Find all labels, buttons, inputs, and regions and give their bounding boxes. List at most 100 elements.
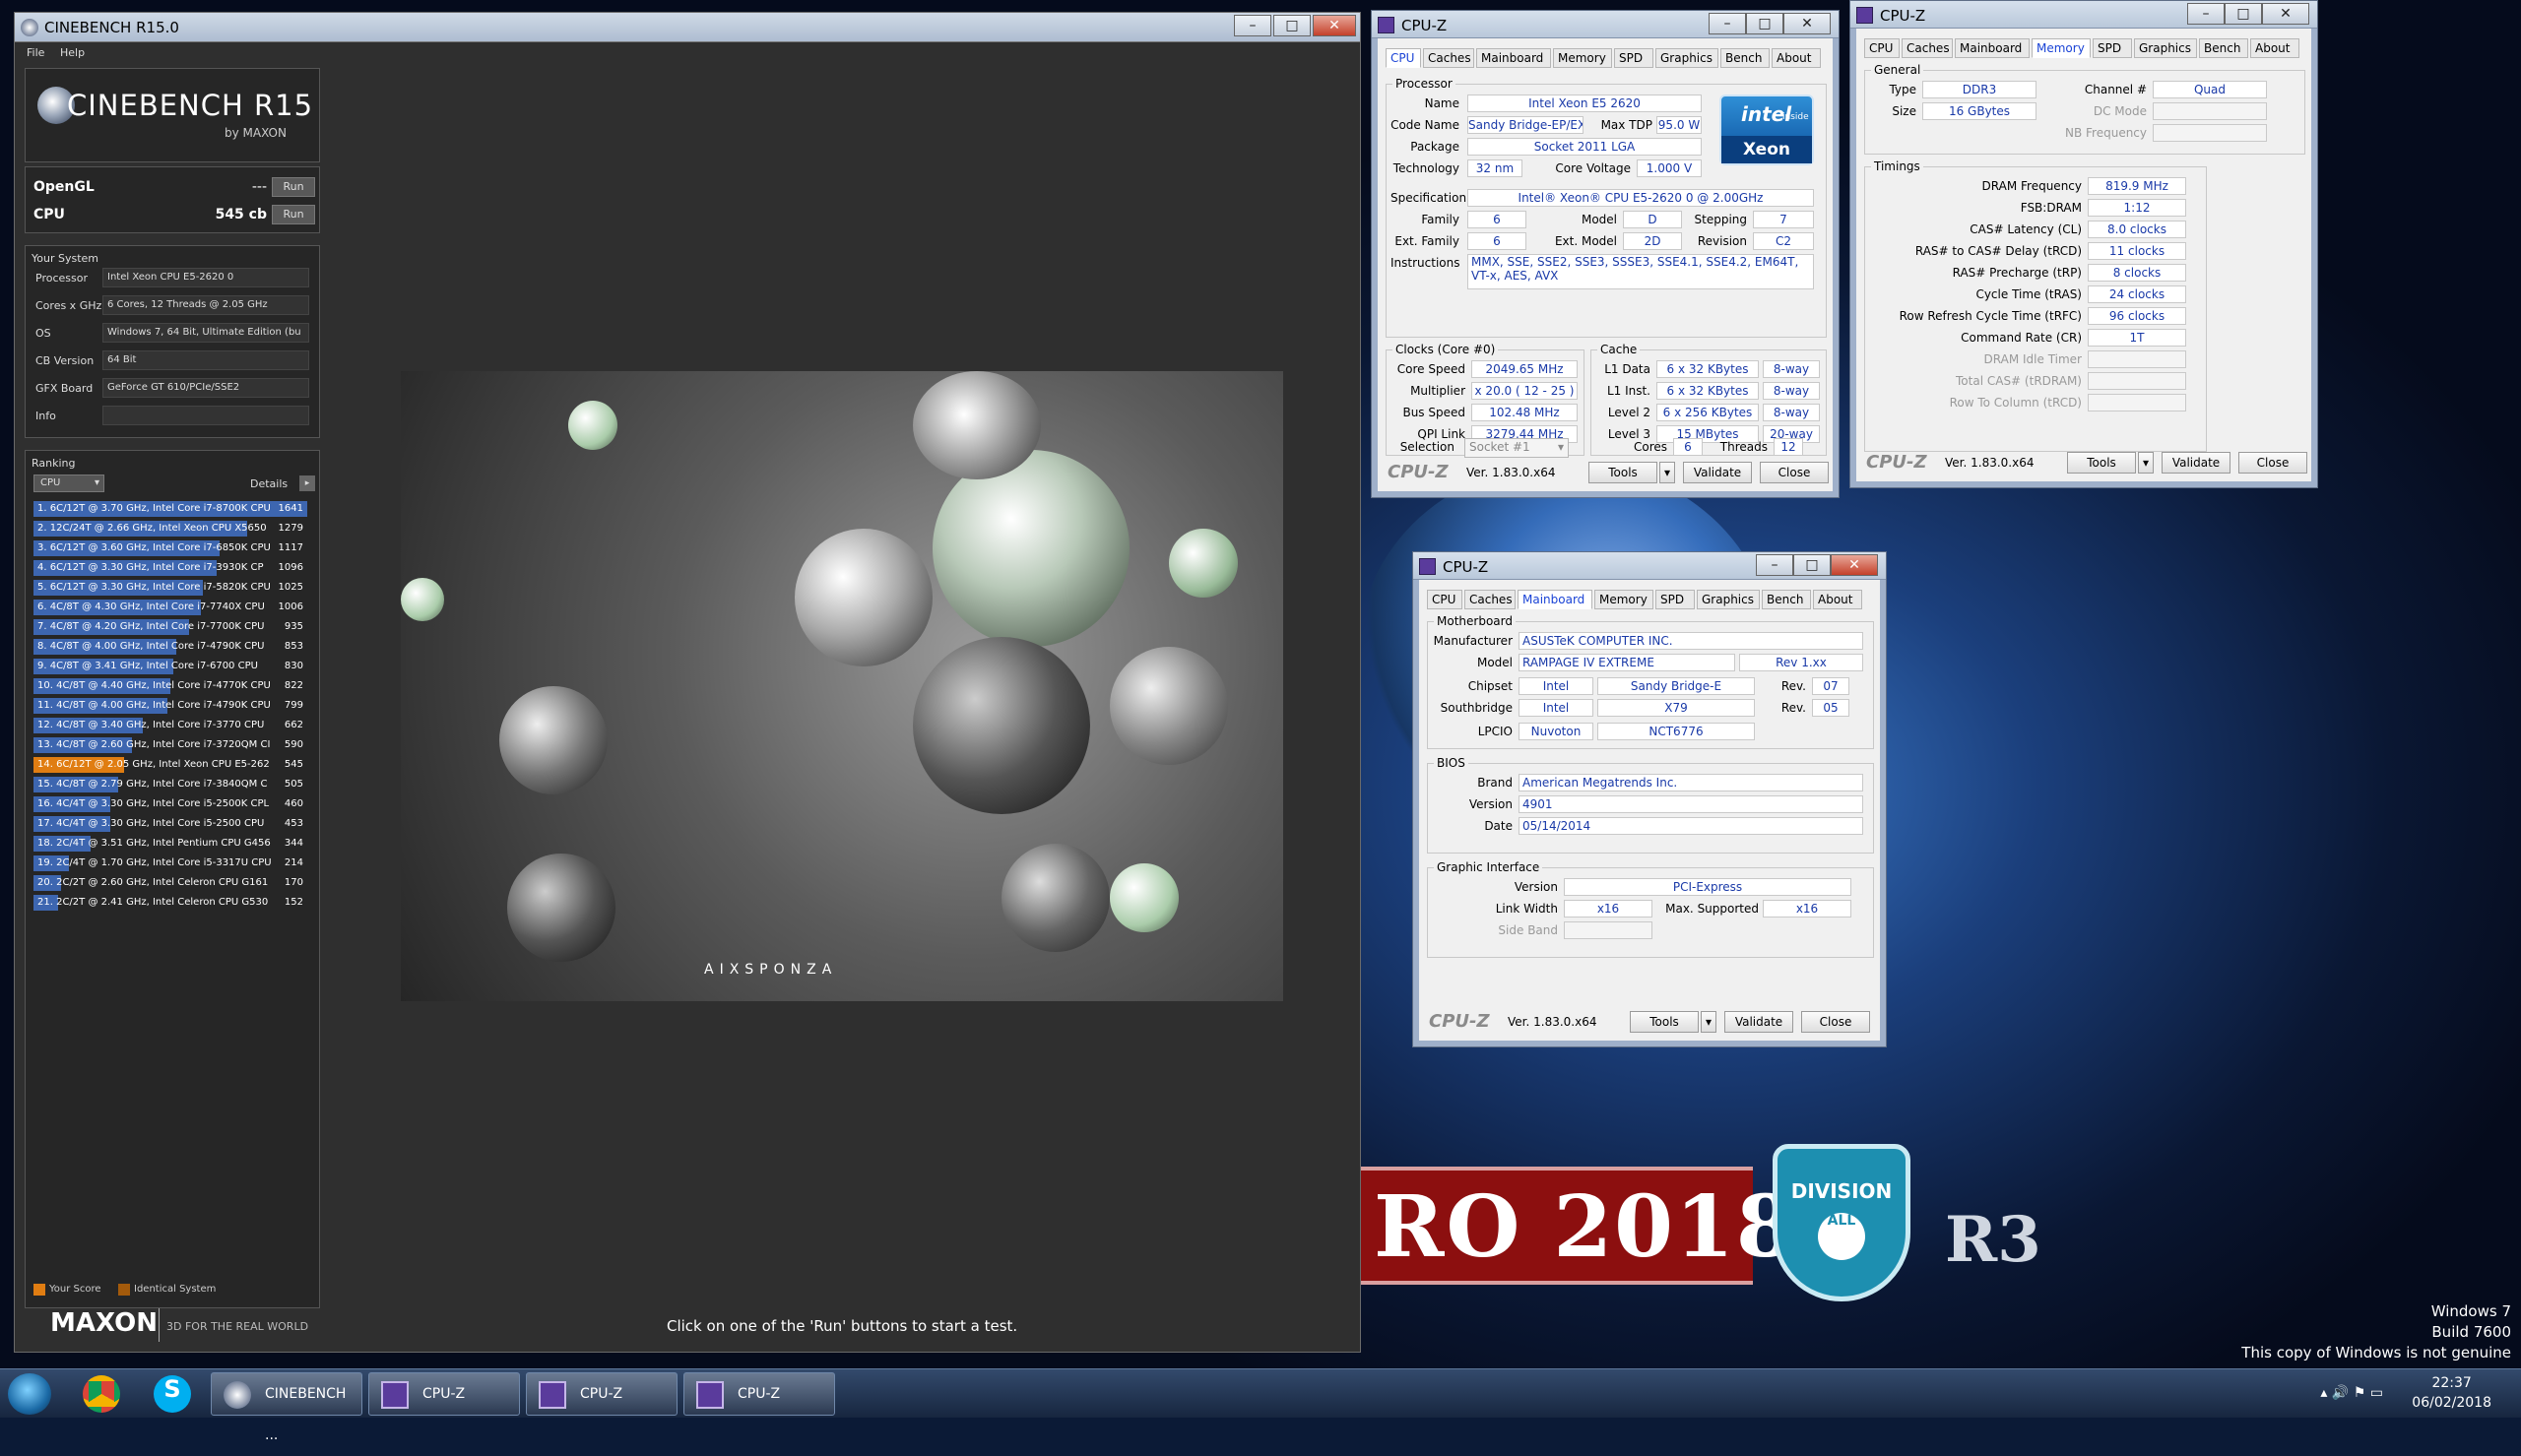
version-label: Version <box>1468 797 1513 811</box>
cpuz-titlebar[interactable]: CPU-Z – □ ✕ <box>1413 552 1886 580</box>
family-value: 6 <box>1467 211 1526 228</box>
technology-label: Technology <box>1392 161 1459 175</box>
close-button[interactable]: Close <box>2238 452 2307 474</box>
cpuz-titlebar[interactable]: CPU-Z – □ ✕ <box>1372 11 1839 38</box>
taskbar-task[interactable]: CINEBENCH ... <box>211 1372 362 1443</box>
tab-about[interactable]: About <box>1813 590 1862 609</box>
taskbar-task[interactable]: CPU-Z <box>526 1372 678 1416</box>
multiplier-value: x 20.0 ( 12 - 25 ) <box>1471 382 1578 400</box>
close-button[interactable]: Close <box>1760 462 1829 483</box>
minimize-button[interactable]: – <box>1756 554 1793 576</box>
tab-cpu[interactable]: CPU <box>1864 38 1900 58</box>
cpuz-titlebar[interactable]: CPU-Z – □ ✕ <box>1850 1 2317 29</box>
lpcio-vendor: Nuvoton <box>1519 723 1593 740</box>
ranking-score: 214 <box>284 857 303 868</box>
tab-memory[interactable]: Memory <box>1594 590 1653 609</box>
close-button[interactable]: ✕ <box>1831 554 1878 576</box>
maximize-button[interactable]: □ <box>1273 15 1311 36</box>
cinebench-titlebar[interactable]: CINEBENCH R15.0 – □ ✕ <box>15 13 1360 42</box>
timing-value: 8.0 clocks <box>2088 221 2186 238</box>
validate-button[interactable]: Validate <box>2162 452 2230 474</box>
ranking-label: 13. 4C/8T @ 2.60 GHz, Intel Core i7-3720… <box>37 739 271 750</box>
tab-spd[interactable]: SPD <box>2093 38 2132 58</box>
tab-bench[interactable]: Bench <box>1762 590 1811 609</box>
start-button[interactable] <box>8 1373 51 1415</box>
instructions-line: VT-x, AES, AVX <box>1471 269 1559 283</box>
taskbar-task[interactable]: CPU-Z <box>683 1372 835 1416</box>
minimize-button[interactable]: – <box>1709 13 1746 34</box>
cpuz-logo: CPU-Z <box>1388 462 1449 482</box>
ranking-score: 1279 <box>278 523 303 534</box>
maximize-button[interactable]: □ <box>1746 13 1783 34</box>
tab-memory[interactable]: Memory <box>1553 48 1612 68</box>
size-label: Size <box>1892 104 1916 118</box>
ranking-select[interactable]: CPU ▾ <box>33 475 104 492</box>
tab-bench[interactable]: Bench <box>2199 38 2248 58</box>
tab-about[interactable]: About <box>2250 38 2299 58</box>
tab-caches[interactable]: Caches <box>1423 48 1474 68</box>
close-button[interactable]: ✕ <box>2262 3 2309 25</box>
tab-bench[interactable]: Bench <box>1720 48 1770 68</box>
tab-caches[interactable]: Caches <box>1464 590 1516 609</box>
intel-inside-text: inside <box>1782 112 1809 122</box>
system-value: Intel Xeon CPU E5-2620 0 <box>102 268 309 287</box>
details-label[interactable]: Details <box>250 477 288 490</box>
close-button[interactable]: Close <box>1801 1011 1870 1033</box>
tab-memory[interactable]: Memory <box>2032 38 2091 58</box>
maximize-button[interactable]: □ <box>2225 3 2262 25</box>
instructions-line: MMX, SSE, SSE2, SSE3, SSSE3, SSE4.1, SSE… <box>1471 255 1799 269</box>
revision-value: C2 <box>1753 232 1814 250</box>
maximize-button[interactable]: □ <box>1793 554 1831 576</box>
tab-spd[interactable]: SPD <box>1614 48 1653 68</box>
minimize-button[interactable]: – <box>1234 15 1271 36</box>
processor-group: Processor Name Intel Xeon E5 2620 Code N… <box>1386 77 1827 338</box>
clock[interactable]: 22:37 06/02/2018 <box>2412 1373 2491 1413</box>
tab-about[interactable]: About <box>1772 48 1821 68</box>
minimize-button[interactable]: – <box>2187 3 2225 25</box>
southbridge-rev: 05 <box>1812 699 1849 717</box>
menu-file[interactable]: File <box>27 46 44 59</box>
close-button[interactable]: ✕ <box>1313 15 1356 36</box>
tab-mainboard[interactable]: Mainboard <box>1518 590 1592 609</box>
tools-button[interactable]: Tools <box>2067 452 2136 474</box>
tools-dropdown-button[interactable]: ▾ <box>1659 462 1675 483</box>
tab-graphics[interactable]: Graphics <box>2134 38 2197 58</box>
tools-dropdown-button[interactable]: ▾ <box>1701 1011 1716 1033</box>
tray-icons[interactable]: ▴ 🔊 ⚑ ▭ <box>2320 1385 2383 1401</box>
tab-graphics[interactable]: Graphics <box>1697 590 1760 609</box>
tab-mainboard[interactable]: Mainboard <box>1476 48 1551 68</box>
opengl-run-button[interactable]: Run <box>272 177 315 197</box>
close-button[interactable]: ✕ <box>1783 13 1831 34</box>
menu-help[interactable]: Help <box>60 46 85 59</box>
ranking-label: 15. 4C/8T @ 2.79 GHz, Intel Core i7-3840… <box>37 779 268 790</box>
tools-dropdown-button[interactable]: ▾ <box>2138 452 2154 474</box>
ranking-score: 853 <box>284 641 303 652</box>
timing-label: Row Refresh Cycle Time (tRFC) <box>1899 309 2082 323</box>
timing-value: 8 clocks <box>2088 264 2186 282</box>
chrome-icon[interactable] <box>83 1375 120 1413</box>
cpu-run-button[interactable]: Run <box>272 205 315 224</box>
ranking-label: 4. 6C/12T @ 3.30 GHz, Intel Core i7-3930… <box>37 562 264 573</box>
tab-spd[interactable]: SPD <box>1655 590 1695 609</box>
chevron-down-icon: ▾ <box>1557 440 1564 454</box>
tab-mainboard[interactable]: Mainboard <box>1955 38 2030 58</box>
tools-button[interactable]: Tools <box>1588 462 1657 483</box>
validate-button[interactable]: Validate <box>1724 1011 1793 1033</box>
tab-graphics[interactable]: Graphics <box>1655 48 1718 68</box>
details-arrow-icon[interactable]: ▸ <box>299 475 315 491</box>
validate-button[interactable]: Validate <box>1683 462 1752 483</box>
tools-button[interactable]: Tools <box>1630 1011 1699 1033</box>
window-title: CPU-Z <box>1443 558 1489 576</box>
tab-caches[interactable]: Caches <box>1902 38 1953 58</box>
taskbar-task[interactable]: CPU-Z <box>368 1372 520 1416</box>
l3-label: Level 3 <box>1607 427 1650 441</box>
system-value: 64 Bit <box>102 350 309 370</box>
skype-icon[interactable]: S <box>154 1375 191 1413</box>
tab-cpu[interactable]: CPU <box>1386 48 1421 68</box>
cpuz-window-mainboard: CPU-Z – □ ✕ CPU Caches Mainboard Memory SPD G… <box>1412 551 1887 1047</box>
tab-cpu[interactable]: CPU <box>1427 590 1462 609</box>
selection-value: Socket #1 <box>1469 440 1530 454</box>
render-sphere <box>913 371 1041 479</box>
selection-dropdown[interactable]: Socket #1 ▾ <box>1464 438 1569 458</box>
spec-value: Intel® Xeon® CPU E5-2620 0 @ 2.00GHz <box>1467 189 1814 207</box>
